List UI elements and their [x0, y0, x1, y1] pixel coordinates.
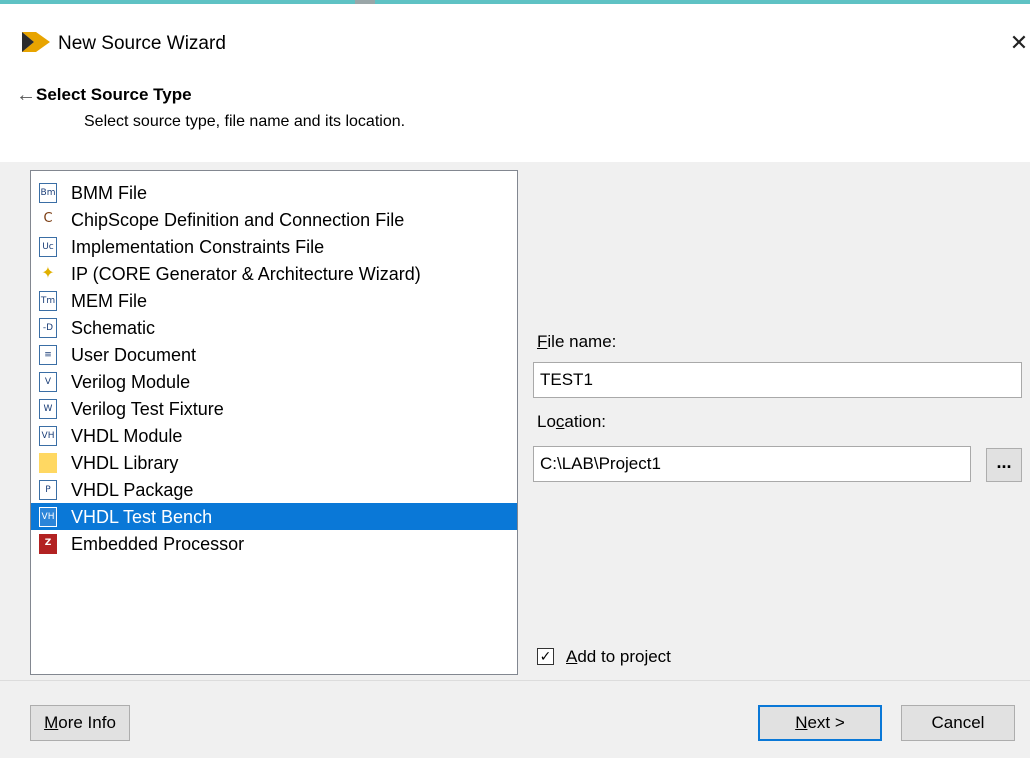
title-bar: New Source Wizard ✕ [0, 4, 1030, 72]
source-type-list[interactable]: Bm BMM File C ChipScope Definition and Conn… [30, 170, 518, 675]
chipscope-icon: C [43, 210, 53, 226]
source-type-label: BMM File [71, 182, 147, 203]
mem-file-icon: Tm [39, 290, 57, 311]
source-type-item[interactable]: Bm BMM File [31, 179, 517, 206]
source-type-label: Implementation Constraints File [71, 236, 325, 257]
source-type-item[interactable]: -D Schematic [31, 314, 517, 341]
verilog-test-fixture-icon: W [39, 398, 57, 419]
source-type-label: MEM File [71, 290, 147, 311]
page-heading: Select Source Type [36, 85, 192, 104]
verilog-module-icon: V [39, 371, 57, 392]
source-type-item[interactable]: VH VHDL Test Bench [31, 503, 517, 530]
back-arrow-icon[interactable]: ← [16, 84, 36, 106]
source-type-item[interactable]: V Verilog Module [31, 368, 517, 395]
vhdl-test-bench-icon: VH [39, 506, 57, 527]
source-type-item[interactable]: VHDL Library [31, 449, 517, 476]
location-input[interactable]: C:\LAB\Project1 [533, 446, 971, 482]
source-type-label: VHDL Library [71, 452, 179, 473]
schematic-icon: -D [39, 317, 57, 338]
vhdl-module-icon: VH [39, 425, 57, 446]
add-to-project-label[interactable]: Add to project [566, 647, 671, 667]
wizard-footer: More Info Next > Cancel [0, 680, 1030, 758]
user-document-icon: ≡ [39, 344, 57, 365]
source-type-item[interactable]: ✦ IP (CORE Generator & Architecture Wizar… [31, 260, 517, 287]
source-type-item[interactable]: W Verilog Test Fixture [31, 395, 517, 422]
xilinx-logo-icon [22, 32, 50, 52]
wizard-body: Bm BMM File C ChipScope Definition and Conn… [0, 162, 1030, 680]
location-label: Location: [537, 412, 607, 431]
source-type-item[interactable]: Z Embedded Processor [31, 530, 517, 557]
source-type-label: Embedded Processor [71, 533, 245, 554]
source-type-label: VHDL Module [71, 425, 183, 446]
source-type-label: VHDL Package [71, 479, 194, 500]
window-title: New Source Wizard [58, 33, 226, 54]
file-name-label: File name: [537, 332, 617, 351]
source-type-item[interactable]: P VHDL Package [31, 476, 517, 503]
source-type-label: ChipScope Definition and Connection File [71, 209, 405, 230]
source-type-item[interactable]: ≡ User Document [31, 341, 517, 368]
file-name-input[interactable]: TEST1 [533, 362, 1022, 398]
close-icon[interactable]: ✕ [1004, 28, 1030, 58]
constraints-file-icon: Uc [39, 236, 57, 257]
bmm-file-icon: Bm [39, 182, 57, 203]
more-info-button[interactable]: More Info [30, 705, 130, 741]
source-type-label: Verilog Test Fixture [71, 398, 224, 419]
next-button[interactable]: Next > [758, 705, 882, 741]
source-type-item[interactable]: Uc Implementation Constraints File [31, 233, 517, 260]
ip-bulb-icon: ✦ [41, 262, 55, 282]
source-type-label: IP (CORE Generator & Architecture Wizard… [71, 263, 421, 284]
page-subheading: Select source type, file name and its lo… [84, 113, 406, 130]
source-type-item[interactable]: VH VHDL Module [31, 422, 517, 449]
source-type-label: Schematic [71, 317, 156, 338]
browse-button[interactable]: ... [986, 448, 1022, 482]
source-type-item[interactable]: Tm MEM File [31, 287, 517, 314]
add-to-project-checkbox[interactable]: ✓ [537, 648, 554, 665]
source-type-label: Verilog Module [71, 371, 191, 392]
embedded-processor-icon: Z [39, 533, 57, 554]
vhdl-library-icon [39, 452, 57, 473]
source-type-item[interactable]: C ChipScope Definition and Connection Fil… [31, 206, 517, 233]
cancel-button[interactable]: Cancel [901, 705, 1015, 741]
vhdl-package-icon: P [39, 479, 57, 500]
source-type-label: User Document [71, 344, 197, 365]
wizard-header: ← Select Source Type Select source type,… [0, 72, 1030, 162]
source-type-label: VHDL Test Bench [71, 506, 213, 527]
